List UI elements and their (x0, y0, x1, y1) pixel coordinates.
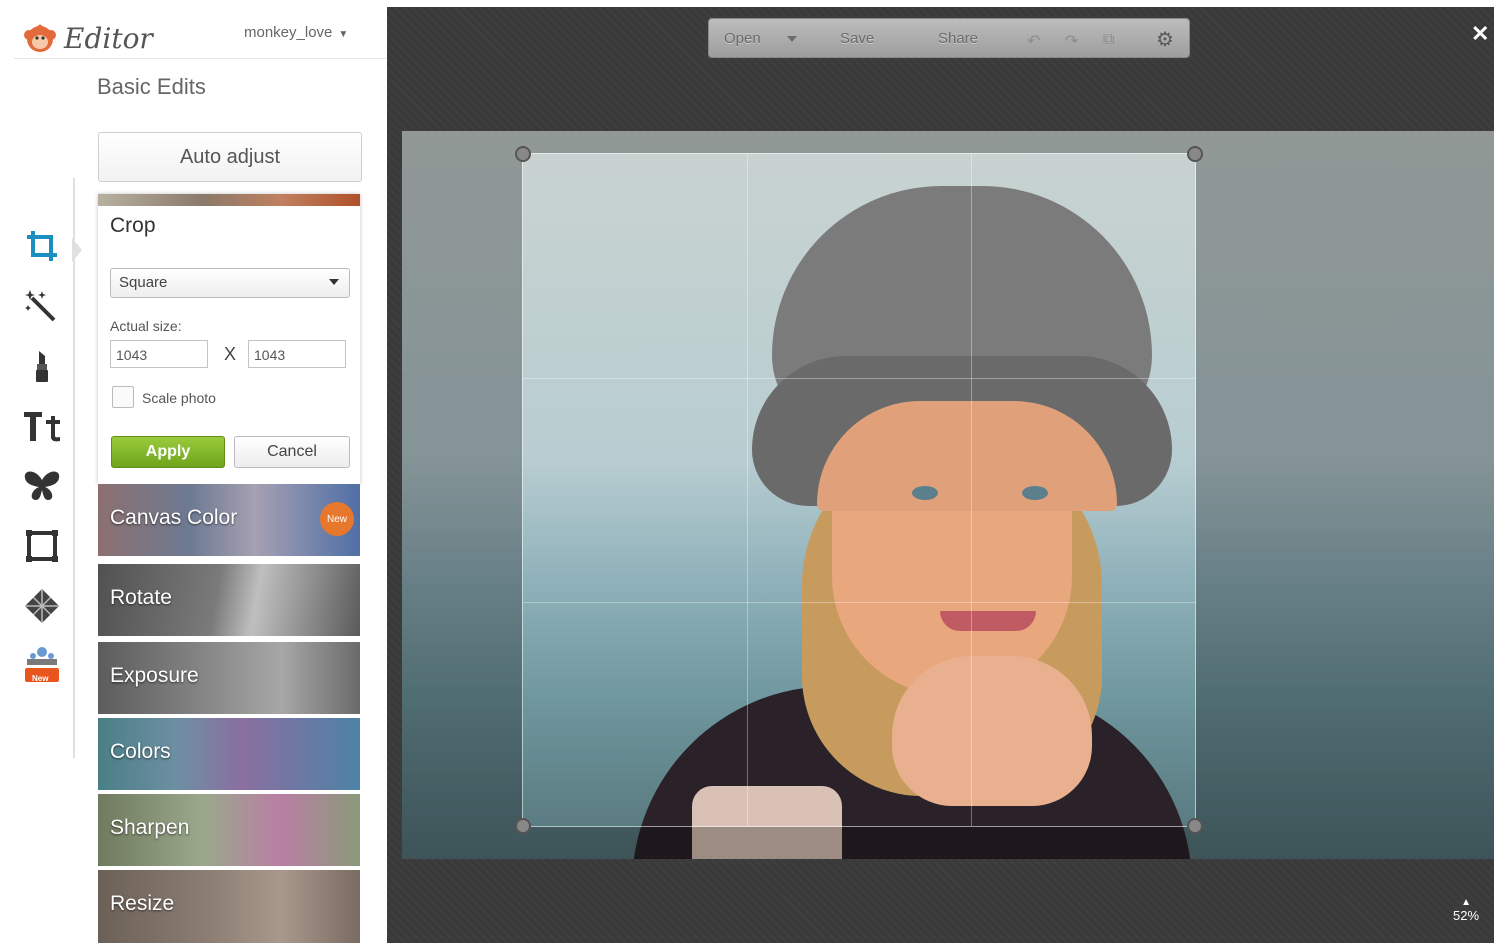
tile-label: Resize (110, 892, 175, 915)
tile-canvas-color[interactable]: Canvas Color New (98, 484, 360, 556)
chevron-down-icon: ▼ (338, 29, 349, 40)
scale-photo-label: Scale photo (142, 390, 216, 406)
textures-tool[interactable] (22, 586, 62, 626)
cancel-button[interactable]: Cancel (234, 436, 350, 468)
effects-tool[interactable] (22, 286, 62, 326)
crop-preset-select[interactable]: Square (110, 268, 350, 298)
zoom-up-icon[interactable]: ▲ (1453, 897, 1479, 908)
crop-grid-line (746, 154, 748, 826)
crop-title: Crop (110, 214, 156, 237)
crop-selection[interactable] (515, 146, 1203, 834)
tile-label: Rotate (110, 586, 172, 609)
top-toolbar: Open Save Share ↶ ↷ ⧉ ⚙ (708, 18, 1190, 58)
tile-label: Colors (110, 740, 171, 763)
tile-sharpen[interactable]: Sharpen (98, 794, 360, 866)
width-input[interactable]: 1043 (110, 340, 208, 368)
tool-rail (73, 178, 75, 758)
seasonal-tool[interactable]: New (22, 646, 62, 686)
size-separator: X (224, 344, 237, 364)
photo-canvas[interactable] (402, 131, 1494, 859)
tile-label: Sharpen (110, 816, 190, 839)
share-button[interactable]: Share (938, 30, 978, 47)
crop-handle-bottom-left[interactable] (515, 818, 531, 834)
scale-photo-checkbox[interactable] (112, 386, 134, 408)
username: monkey_love (244, 24, 333, 41)
tile-resize[interactable]: Resize (98, 870, 360, 943)
chevron-down-icon[interactable] (787, 36, 797, 42)
touch-up-tool[interactable] (22, 346, 62, 386)
tile-colors[interactable]: Colors (98, 718, 360, 790)
user-menu[interactable]: monkey_love ▼ (244, 24, 348, 41)
app-logo[interactable]: Editor (22, 18, 153, 58)
lipstick-icon (36, 351, 48, 382)
magic-wand-icon (25, 290, 56, 322)
crop-mask-bottom (522, 827, 1196, 859)
crop-handle-bottom-right[interactable] (1187, 818, 1203, 834)
close-icon[interactable]: ✕ (1471, 21, 1489, 47)
height-input[interactable]: 1043 (248, 340, 346, 368)
seasonal-new-badge: New (32, 674, 49, 683)
crop-grid-line (523, 601, 1195, 603)
texture-icon (25, 589, 59, 623)
editor-workspace: Open Save Share ↶ ↷ ⧉ ⚙ ✕ ▲ 52% (387, 7, 1494, 943)
overlays-tool[interactable] (22, 466, 62, 506)
crop-icon (27, 231, 57, 261)
text-icon (24, 412, 60, 442)
compare-icon[interactable]: ⧉ (1103, 31, 1114, 49)
open-button[interactable]: Open (724, 30, 761, 47)
zoom-control[interactable]: ▲ 52% (1453, 897, 1479, 923)
tile-rotate[interactable]: Rotate (98, 564, 360, 636)
chevron-down-icon (329, 279, 339, 285)
crop-handle-top-left[interactable] (515, 146, 531, 162)
actual-size-label: Actual size: (110, 318, 182, 334)
frame-icon (26, 530, 58, 562)
crop-preset-value: Square (119, 274, 168, 291)
section-title: Basic Edits (97, 74, 206, 99)
logo-text: Editor (64, 22, 153, 55)
tile-exposure[interactable]: Exposure (98, 642, 360, 714)
save-button[interactable]: Save (840, 30, 874, 47)
text-tool[interactable] (22, 406, 62, 446)
crop-mask-right (1196, 131, 1494, 859)
tile-label: Canvas Color (110, 506, 238, 529)
monkey-logo-icon (24, 24, 56, 52)
gear-icon[interactable]: ⚙ (1156, 27, 1174, 52)
crop-mask-left (402, 131, 522, 859)
auto-adjust-button[interactable]: Auto adjust (98, 132, 362, 182)
active-tool-pointer (72, 238, 82, 262)
redo-icon[interactable]: ↷ (1065, 31, 1078, 51)
zoom-level: 52% (1453, 908, 1480, 923)
crop-grid-line (523, 377, 1195, 379)
crop-grid-line (970, 154, 972, 826)
undo-icon[interactable]: ↶ (1027, 31, 1040, 51)
apply-button[interactable]: Apply (111, 436, 225, 468)
crop-tool[interactable] (22, 226, 62, 266)
crop-handle-top-right[interactable] (1187, 146, 1203, 162)
crop-panel: Crop Square Actual size: 1043 X 1043 Sca… (98, 194, 360, 484)
frames-tool[interactable] (22, 526, 62, 566)
new-badge: New (320, 502, 354, 536)
tile-label: Exposure (110, 664, 199, 687)
butterfly-icon (24, 471, 60, 500)
crop-panel-header-strip (98, 194, 360, 206)
header-divider (14, 58, 386, 59)
editor-sidebar: Editor monkey_love ▼ Basic Edits New Aut… (14, 8, 386, 943)
crop-mask-top (522, 131, 1196, 153)
